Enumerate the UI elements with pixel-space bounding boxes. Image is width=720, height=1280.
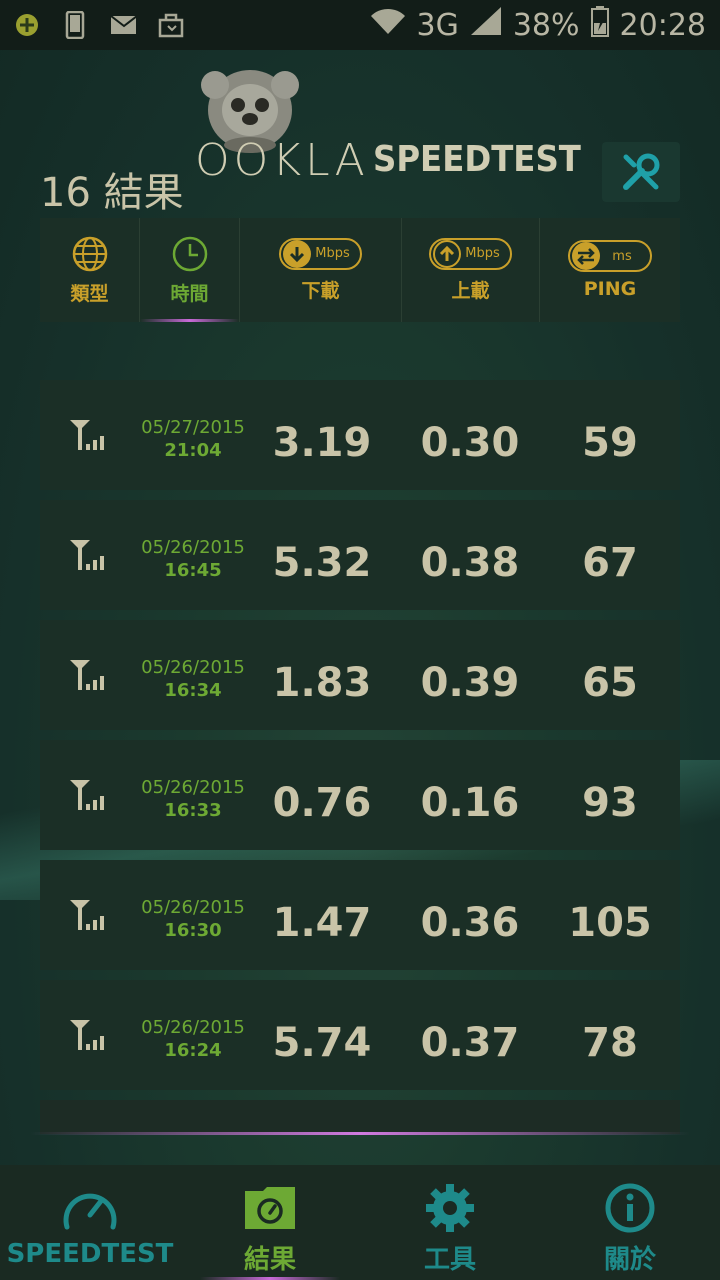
result-row[interactable]: 05/26/2015 16:24 5.74 0.37 78 <box>40 980 680 1090</box>
download-value: 5.74 <box>272 1020 372 1066</box>
sort-header: 類型 時間 Mbps 下載 Mbps 上載 ms PING <box>40 218 680 322</box>
upload-value: 0.30 <box>420 420 520 466</box>
upload-value: 0.38 <box>420 540 520 586</box>
download-value: 1.47 <box>272 900 372 946</box>
nav-speedtest[interactable]: SPEEDTEST <box>0 1165 180 1280</box>
result-row[interactable]: 05/26/2015 16:34 1.83 0.39 65 <box>40 620 680 730</box>
result-date: 05/27/2015 <box>141 417 245 438</box>
phone-icon <box>62 11 88 39</box>
upload-value: 0.16 <box>420 780 520 826</box>
clock: 20:28 <box>619 7 706 43</box>
ping-unit-pill: ms <box>568 240 652 272</box>
sort-ping-label: PING <box>583 278 637 300</box>
nav-results-label: 結果 <box>243 1245 296 1275</box>
result-row[interactable]: 05/26/2015 16:45 5.32 0.38 67 <box>40 500 680 610</box>
sort-by-ping[interactable]: ms PING <box>540 218 680 322</box>
download-unit-pill: Mbps <box>279 237 362 270</box>
result-time: 16:45 <box>164 560 222 581</box>
result-date: 05/26/2015 <box>141 777 245 798</box>
app-notification-icon <box>14 12 40 38</box>
cellular-signal-icon <box>70 420 104 450</box>
brand-logo: OOKLA <box>195 135 369 186</box>
nav-about-label: 關於 <box>603 1245 656 1275</box>
page-title: 16 結果 <box>40 170 184 216</box>
store-icon <box>158 12 184 38</box>
result-time: 16:33 <box>164 800 222 821</box>
cellular-signal-icon <box>70 1020 104 1050</box>
result-row[interactable]: 05/26/2015 16:33 0.76 0.16 93 <box>40 740 680 850</box>
result-row-partial[interactable] <box>40 1100 680 1134</box>
sort-type-label: 類型 <box>70 282 109 305</box>
result-time: 16:34 <box>164 680 222 701</box>
nav-tools[interactable]: 工具 <box>360 1165 540 1280</box>
sort-by-time[interactable]: 時間 <box>140 218 240 322</box>
ping-value: 59 <box>582 420 638 466</box>
result-date: 05/26/2015 <box>141 897 245 918</box>
results-folder-icon <box>245 1187 295 1229</box>
ping-value: 105 <box>568 900 652 946</box>
ping-arrows-icon <box>572 242 601 270</box>
cellular-signal-icon <box>70 660 104 690</box>
result-time: 21:04 <box>164 440 222 461</box>
download-arrow-icon <box>283 239 312 268</box>
signal-icon <box>469 5 503 45</box>
mail-icon <box>110 12 136 38</box>
result-date: 05/26/2015 <box>141 537 245 558</box>
sort-by-type[interactable]: 類型 <box>40 218 140 322</box>
upload-unit-pill: Mbps <box>429 237 512 270</box>
result-row[interactable]: 05/26/2015 16:30 1.47 0.36 105 <box>40 860 680 970</box>
speedometer-icon <box>63 1193 117 1230</box>
gear-icon <box>426 1184 474 1232</box>
cellular-signal-icon <box>70 900 104 930</box>
cellular-signal-icon <box>70 540 104 570</box>
scroll-edge-glow <box>30 1132 690 1135</box>
cellular-signal-icon <box>70 780 104 810</box>
download-value: 3.19 <box>272 420 372 466</box>
download-value: 1.83 <box>272 660 372 706</box>
network-type: 3G <box>416 7 459 43</box>
status-bar: 3G 38% 20:28 <box>0 0 720 50</box>
result-time: 16:30 <box>164 920 222 941</box>
clock-icon <box>172 236 207 271</box>
product-logo: SPEEDTEST <box>373 139 581 180</box>
upload-arrow-icon <box>433 239 462 268</box>
settings-tools-button[interactable] <box>602 142 680 202</box>
info-icon <box>605 1183 655 1233</box>
sort-upload-label: 上載 <box>451 279 490 302</box>
bottom-navigation: SPEEDTEST 結果 工具 關於 <box>0 1165 720 1280</box>
battery-icon <box>590 5 610 45</box>
wrench-screwdriver-icon <box>623 153 660 190</box>
ping-value: 65 <box>582 660 638 706</box>
upload-value: 0.37 <box>420 1020 520 1066</box>
sort-by-upload[interactable]: Mbps 上載 <box>402 218 540 322</box>
download-value: 0.76 <box>272 780 372 826</box>
ping-value: 93 <box>582 780 638 826</box>
sort-download-label: 下載 <box>301 279 340 302</box>
upload-value: 0.39 <box>420 660 520 706</box>
result-date: 05/26/2015 <box>141 1017 245 1038</box>
nav-about[interactable]: 關於 <box>540 1165 720 1280</box>
wifi-icon <box>369 6 407 44</box>
result-time: 16:24 <box>164 1040 222 1061</box>
sort-by-download[interactable]: Mbps 下載 <box>240 218 402 322</box>
ping-value: 78 <box>582 1020 638 1066</box>
download-value: 5.32 <box>272 540 372 586</box>
ping-value: 67 <box>582 540 638 586</box>
nav-speedtest-label: SPEEDTEST <box>6 1239 174 1269</box>
battery-percent: 38% <box>512 7 580 43</box>
nav-tools-label: 工具 <box>423 1245 476 1275</box>
result-date: 05/26/2015 <box>141 657 245 678</box>
globe-icon <box>72 236 107 271</box>
result-row[interactable]: 05/27/2015 21:04 3.19 0.30 59 <box>40 380 680 490</box>
nav-results[interactable]: 結果 <box>180 1165 360 1280</box>
sort-time-label: 時間 <box>170 282 209 305</box>
upload-value: 0.36 <box>420 900 520 946</box>
